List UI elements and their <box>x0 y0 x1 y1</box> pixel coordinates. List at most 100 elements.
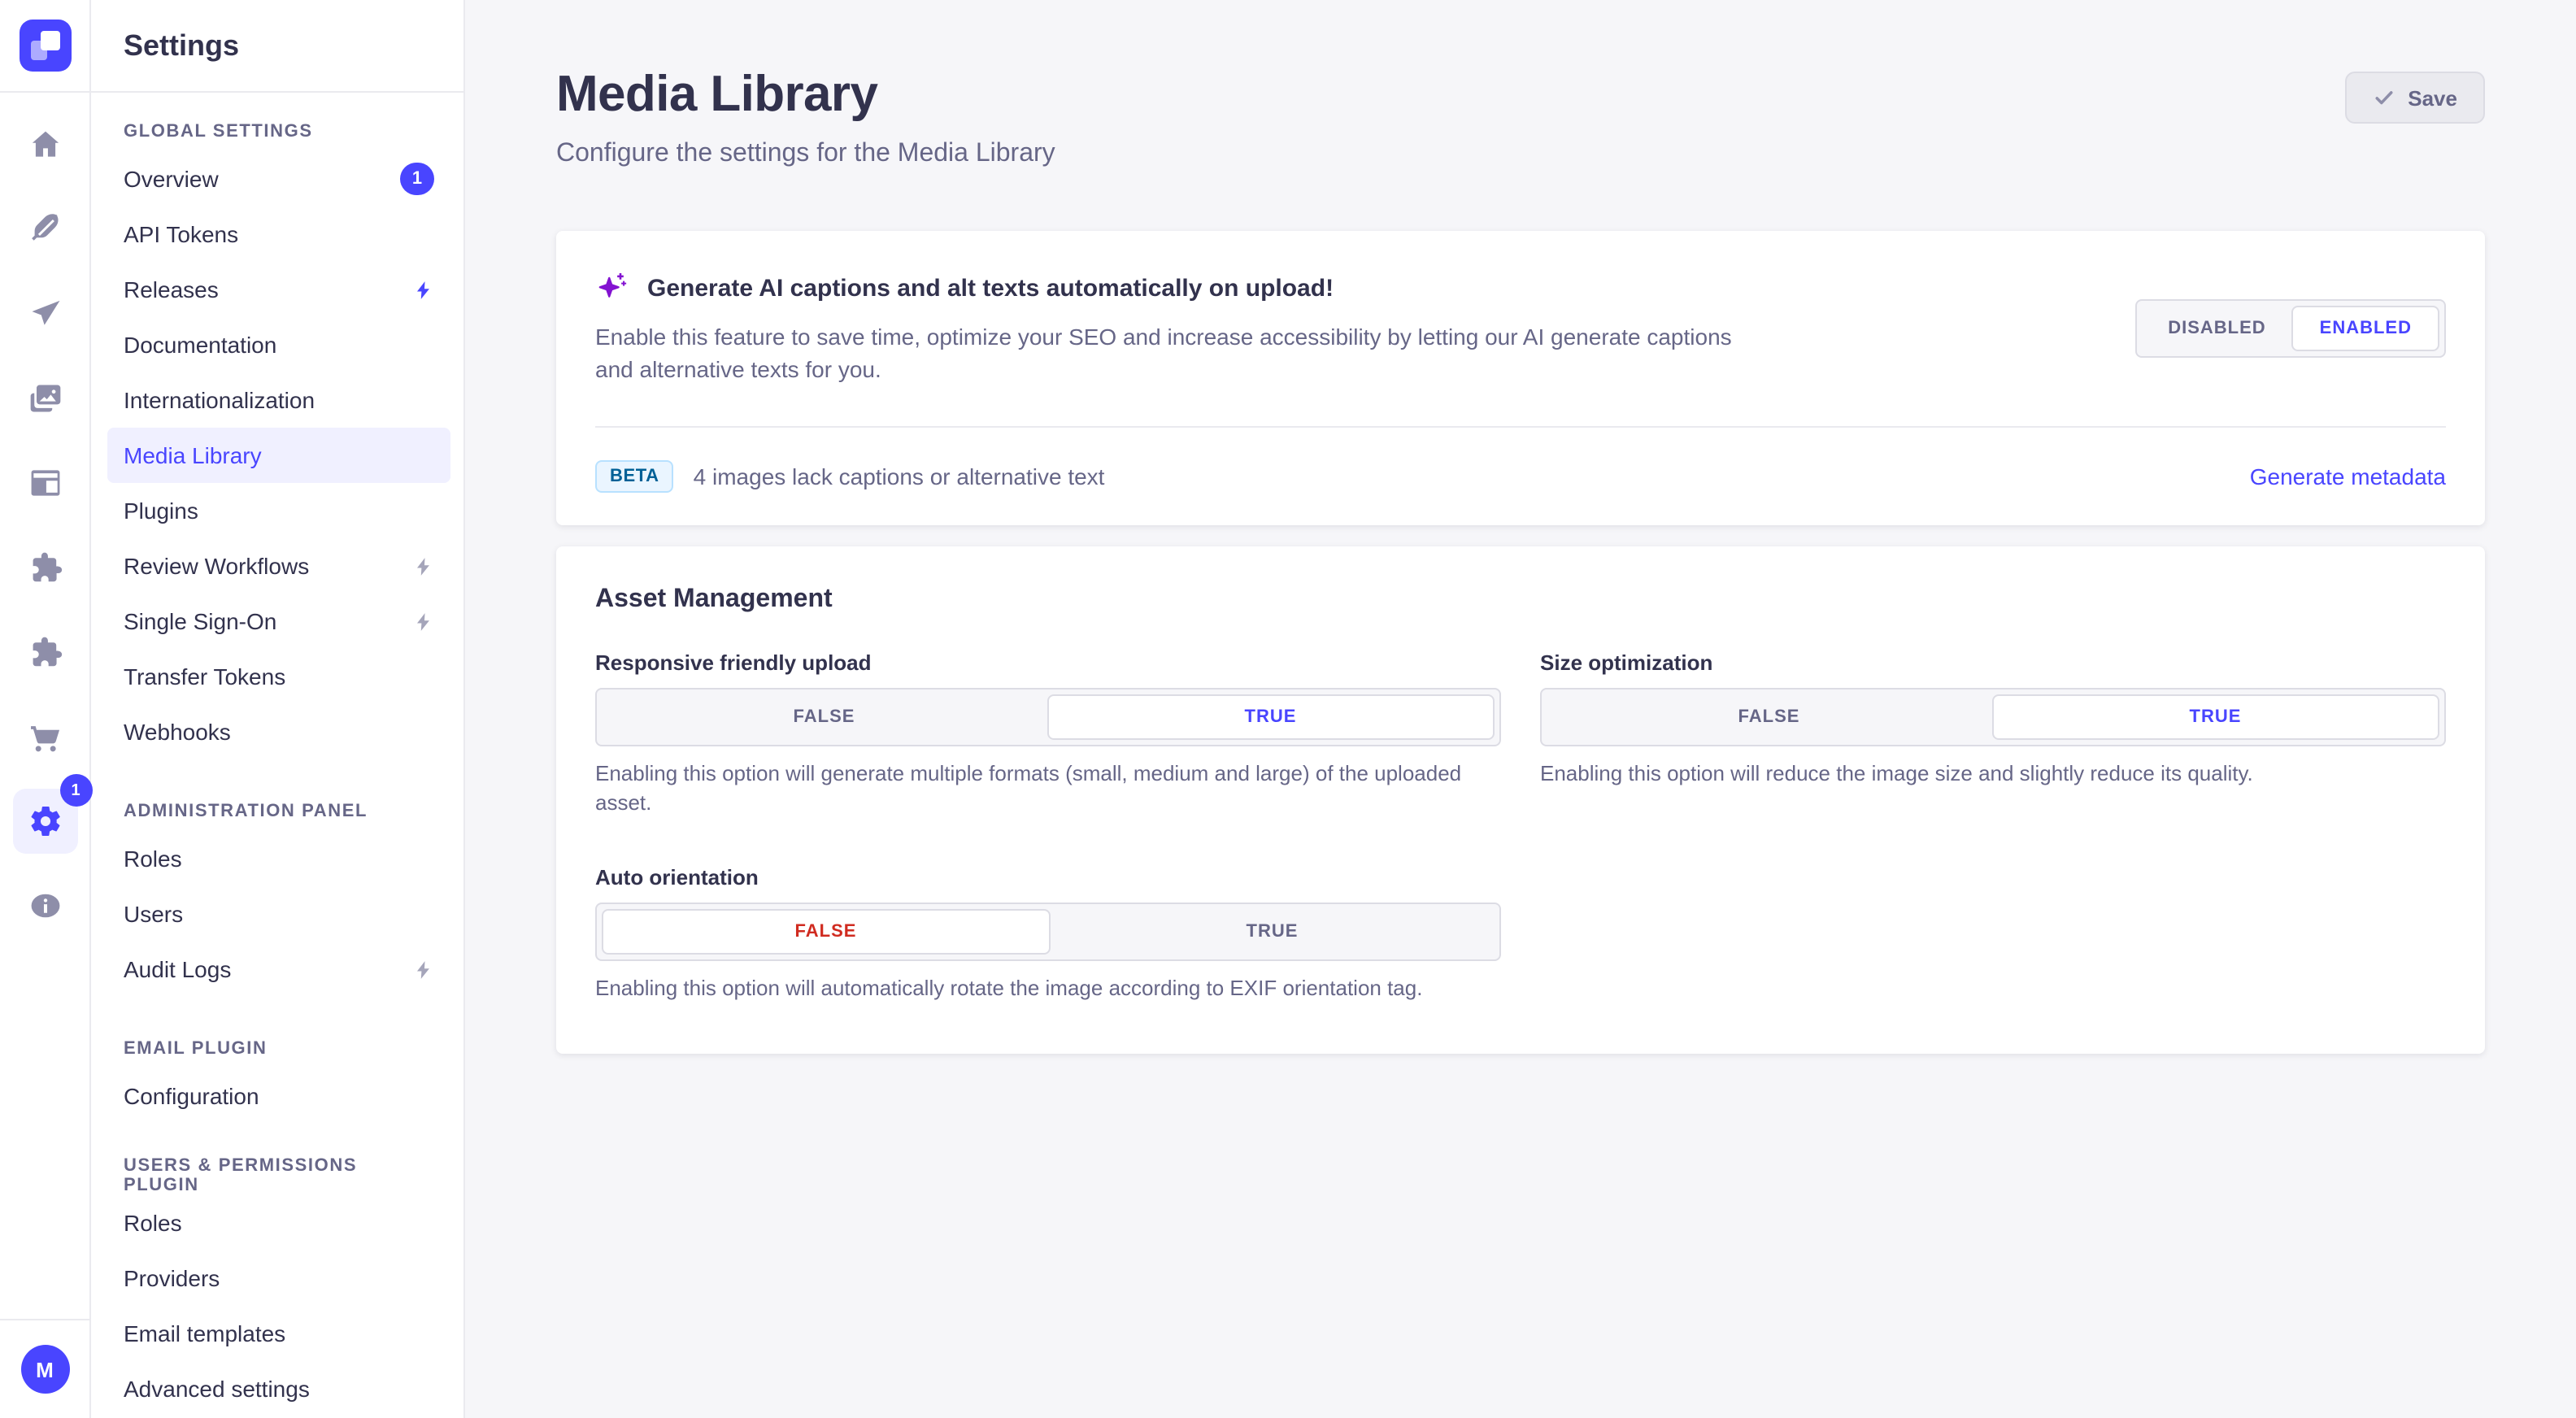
sidebar-item-label: Internationalization <box>124 387 315 413</box>
sidebar-item-label: Transfer Tokens <box>124 663 285 689</box>
toggle-option-false[interactable]: FALSE <box>602 694 1046 739</box>
field-label: Size optimization <box>1540 650 2446 674</box>
save-button[interactable]: Save <box>2344 72 2485 124</box>
asset-management-card: Asset Management Responsive friendly upl… <box>556 546 2485 1054</box>
ai-banner-card: Generate AI captions and alt texts autom… <box>556 231 2485 524</box>
ai-banner-top: Generate AI captions and alt texts autom… <box>556 231 2485 425</box>
sidebar-item-api-tokens[interactable]: API Tokens <box>107 207 450 262</box>
sidebar-item-label: Email templates <box>124 1320 285 1346</box>
sidebar-item-email-templates[interactable]: Email templates <box>107 1306 450 1361</box>
page-subtitle: Configure the settings for the Media Lib… <box>556 140 1055 169</box>
puzzle-icon[interactable] <box>12 535 77 600</box>
settings-sidebar: Settings GLOBAL SETTINGS Overview 1 API Tok… <box>91 0 465 1418</box>
strapi-logo[interactable] <box>19 20 71 72</box>
sidebar-item-label: Audit Logs <box>124 956 231 982</box>
sidebar-item-releases[interactable]: Releases <box>107 262 450 317</box>
beta-badge: BETA <box>595 459 674 492</box>
toggle-option-true[interactable]: TRUE <box>1991 694 2439 739</box>
sidebar-section-email-plugin: EMAIL PLUGIN Configuration <box>91 1029 463 1124</box>
field-toggle-wrap: FALSETRUE <box>595 903 1501 962</box>
sidebar-item-roles[interactable]: Roles <box>107 1195 450 1251</box>
sparkle-icon <box>595 270 631 306</box>
avatar[interactable]: M <box>20 1345 69 1394</box>
main-content: Media Library Configure the settings for… <box>465 0 2576 1418</box>
lightning-icon <box>413 555 434 576</box>
ai-banner-description: Enable this feature to save time, optimi… <box>595 320 1766 386</box>
sidebar-section-label: GLOBAL SETTINGS <box>91 112 463 151</box>
sidebar-section-label: USERS & PERMISSIONS PLUGIN <box>91 1156 463 1195</box>
app: 1 M Settings GLOBAL SETTINGS Overview 1 API… <box>0 0 2576 1418</box>
missing-captions-status: 4 images lack captions or alternative te… <box>694 463 1105 489</box>
sidebar-section-users-permissions-plugin: USERS & PERMISSIONS PLUGIN Roles Providers… <box>91 1156 463 1416</box>
settings-notification-badge: 1 <box>59 774 92 807</box>
ai-banner-text: Generate AI captions and alt texts autom… <box>595 270 1766 386</box>
toggle-option-disabled[interactable]: DISABLED <box>2142 306 2291 351</box>
sidebar-item-media-library[interactable]: Media Library <box>107 428 450 483</box>
sidebar-item-internationalization[interactable]: Internationalization <box>107 372 450 428</box>
sidebar-item-label: Media Library <box>124 442 262 468</box>
sidebar-item-label: Roles <box>124 846 182 872</box>
sidebar-item-documentation[interactable]: Documentation <box>107 317 450 372</box>
field-hint: Enabling this option will automatically … <box>595 975 1501 1006</box>
cart-icon[interactable] <box>12 704 77 769</box>
notification-badge: 1 <box>400 163 434 195</box>
sidebar-item-transfer-tokens[interactable]: Transfer Tokens <box>107 649 450 704</box>
field-toggle-wrap: FALSETRUE <box>595 687 1501 746</box>
sidebar-item-label: Roles <box>124 1210 182 1236</box>
asset-management-title: Asset Management <box>595 585 2446 614</box>
toggle-option-true[interactable]: TRUE <box>1046 694 1495 739</box>
sidebar-item-providers[interactable]: Providers <box>107 1251 450 1306</box>
sidebar-item-webhooks[interactable]: Webhooks <box>107 704 450 759</box>
ai-banner-title-row: Generate AI captions and alt texts autom… <box>595 270 1766 306</box>
sidebar-item-review-workflows[interactable]: Review Workflows <box>107 538 450 594</box>
auto-orientation-toggle: FALSETRUE <box>595 903 1501 962</box>
sidebar-item-audit-logs[interactable]: Audit Logs <box>107 942 450 997</box>
sidebar-item-users[interactable]: Users <box>107 886 450 942</box>
sidebar-item-single-sign-on[interactable]: Single Sign-On <box>107 594 450 649</box>
sidebar-item-roles[interactable]: Roles <box>107 831 450 886</box>
sidebar-item-label: Overview <box>124 166 219 192</box>
sidebar-item-advanced-settings[interactable]: Advanced settings <box>107 1361 450 1416</box>
sidebar-item-label: Webhooks <box>124 719 231 745</box>
sidebar-item-label: Review Workflows <box>124 553 309 579</box>
sidebar-item-label: Releases <box>124 276 219 302</box>
sidebar-nav: GLOBAL SETTINGS Overview 1 API Tokens Releas… <box>91 93 463 1418</box>
sidebar-item-label: Documentation <box>124 332 276 358</box>
images-icon[interactable] <box>12 366 77 431</box>
sidebar-header: Settings <box>91 0 463 93</box>
check-icon <box>2372 86 2395 109</box>
toggle-option-enabled[interactable]: ENABLED <box>2292 306 2439 351</box>
sidebar-item-label: Providers <box>124 1265 220 1291</box>
size-optimization-toggle: FALSETRUE <box>1540 687 2446 746</box>
puzzle-icon[interactable] <box>12 620 77 685</box>
lightning-icon <box>413 959 434 980</box>
home-icon[interactable] <box>12 112 77 177</box>
layout-icon[interactable] <box>12 450 77 515</box>
field-auto-orientation: Auto orientationFALSETRUEEnabling this o… <box>595 866 1501 1006</box>
sidebar-item-label: Configuration <box>124 1083 259 1109</box>
field-hint: Enabling this option will reduce the ima… <box>1540 759 2446 789</box>
sidebar-item-plugins[interactable]: Plugins <box>107 483 450 538</box>
toggle-option-false[interactable]: FALSE <box>602 910 1050 955</box>
rail-nav: 1 <box>12 93 77 938</box>
info-icon[interactable] <box>12 873 77 938</box>
toggle-option-true[interactable]: TRUE <box>1050 910 1495 955</box>
sidebar-section-label: EMAIL PLUGIN <box>91 1029 463 1068</box>
sidebar-item-label: Users <box>124 901 183 927</box>
gear-icon[interactable]: 1 <box>12 789 77 854</box>
field-label: Responsive friendly upload <box>595 650 1501 674</box>
field-size-optimization: Size optimization FALSETRUE Enabling this … <box>1540 650 2446 820</box>
send-icon[interactable] <box>12 281 77 346</box>
page-header: Media Library Configure the settings for… <box>556 0 2485 169</box>
sidebar-item-configuration[interactable]: Configuration <box>107 1068 450 1124</box>
feather-icon[interactable] <box>12 197 77 262</box>
toggle-option-false[interactable]: FALSE <box>1547 694 1991 739</box>
ai-banner-title: Generate AI captions and alt texts autom… <box>647 274 1334 302</box>
generate-metadata-link[interactable]: Generate metadata <box>2250 463 2446 489</box>
sidebar-item-label: Advanced settings <box>124 1376 310 1402</box>
rail-footer: M <box>0 1319 89 1418</box>
sidebar-item-overview[interactable]: Overview 1 <box>107 151 450 207</box>
field-toggle-wrap: FALSETRUE <box>1540 687 2446 746</box>
page-header-text: Media Library Configure the settings for… <box>556 65 1055 169</box>
save-button-label: Save <box>2408 85 2457 110</box>
